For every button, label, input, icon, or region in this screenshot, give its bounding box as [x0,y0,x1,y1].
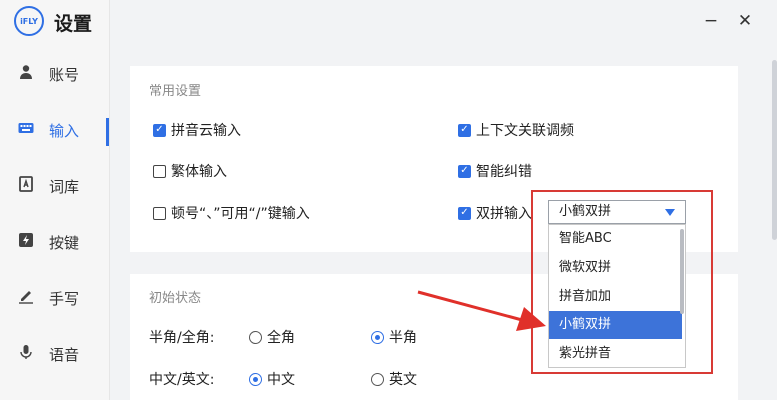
annotation-arrow [417,290,546,331]
